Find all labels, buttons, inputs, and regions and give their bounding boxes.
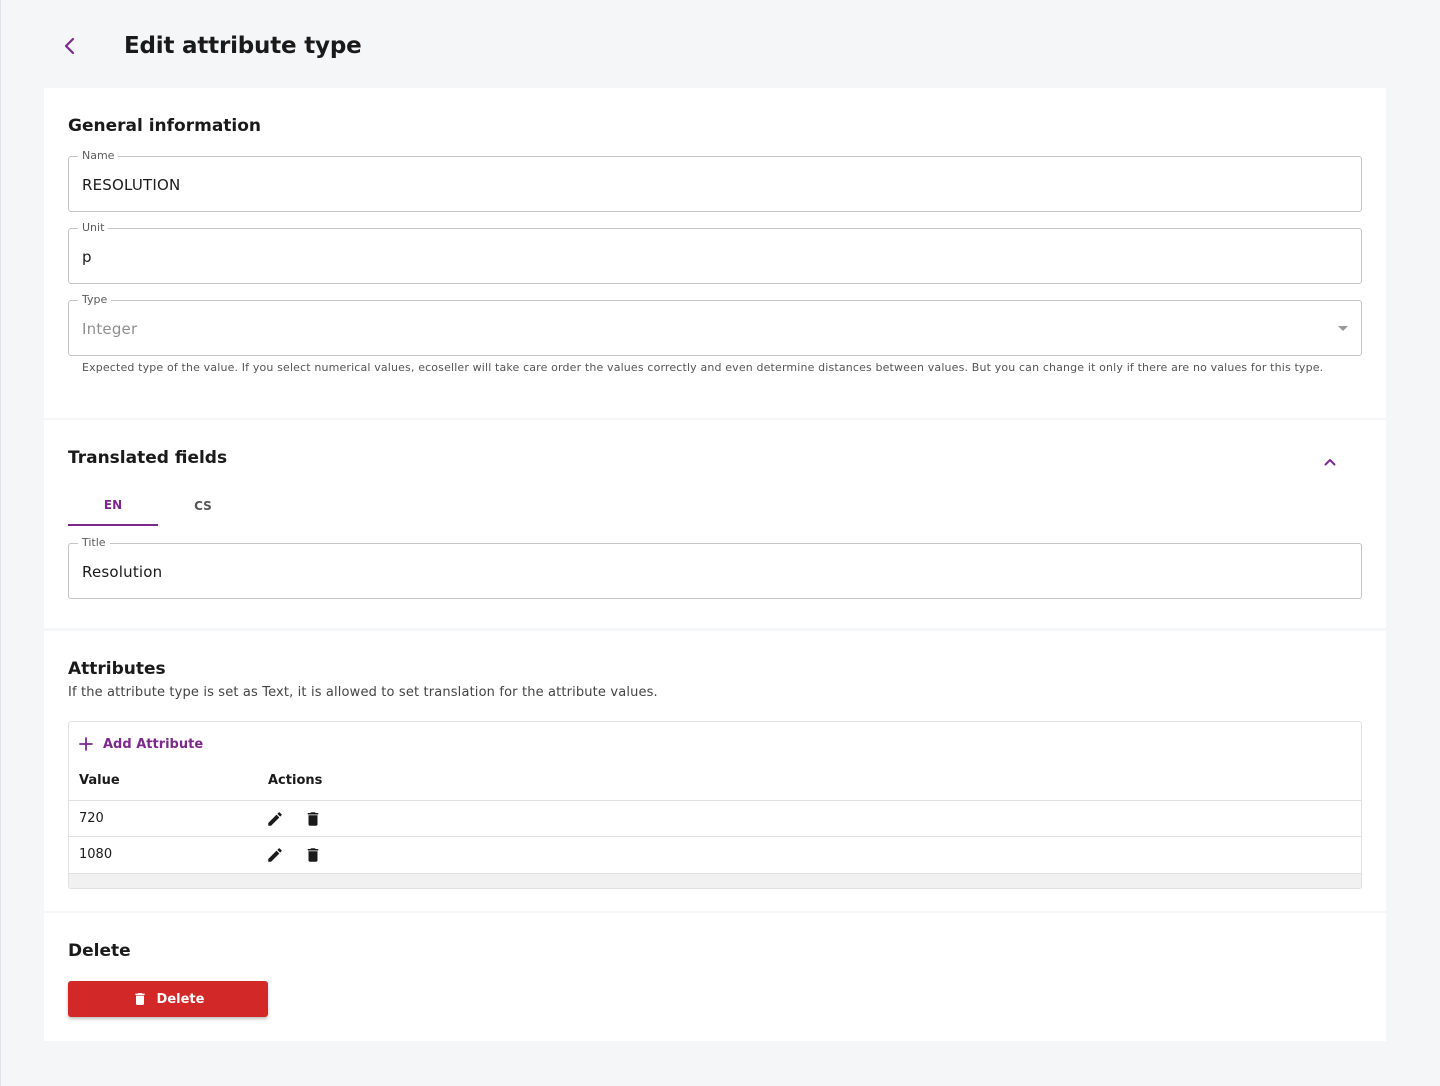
attributes-title: Attributes: [68, 659, 166, 679]
plus-icon: [79, 737, 93, 751]
name-field[interactable]: Name RESOLUTION: [68, 149, 1362, 212]
translated-fields-title: Translated fields: [68, 448, 228, 468]
add-attribute-button[interactable]: Add Attribute: [79, 734, 203, 754]
trash-icon[interactable]: [304, 846, 322, 864]
type-label: Type: [78, 293, 112, 307]
add-attribute-label: Add Attribute: [103, 736, 204, 752]
edit-icon[interactable]: [266, 810, 284, 828]
tab-cs[interactable]: CS: [158, 486, 248, 526]
tab-en[interactable]: EN: [68, 486, 158, 526]
column-header-actions: Actions: [268, 773, 323, 788]
unit-value: p: [82, 248, 92, 266]
name-value: RESOLUTION: [82, 176, 181, 194]
unit-label: Unit: [78, 221, 109, 235]
page-title: Edit attribute type: [124, 33, 362, 59]
chevron-left-icon: [64, 37, 75, 55]
back-button[interactable]: [44, 22, 96, 70]
chevron-up-icon: [1324, 459, 1336, 466]
trash-icon[interactable]: [304, 810, 322, 828]
attributes-table: Add Attribute Value Actions 720 1080: [68, 721, 1362, 889]
delete-card: Delete Delete: [44, 913, 1386, 1041]
title-label: Title: [78, 536, 110, 550]
trash-icon: [134, 993, 145, 1005]
type-helper-text: Expected type of the value. If you selec…: [82, 361, 1324, 374]
attributes-card: Attributes If the attribute type is set …: [44, 631, 1386, 911]
sidebar-border: [0, 0, 1, 1086]
row-value: 1080: [79, 847, 113, 862]
delete-button-label: Delete: [156, 991, 205, 1007]
translated-fields-card: Translated fields EN CS Title Resolution: [44, 420, 1386, 628]
column-header-value: Value: [79, 773, 120, 788]
language-tabs: EN CS: [68, 486, 248, 526]
table-footer: [69, 873, 1361, 888]
general-information-card: General information Name RESOLUTION Unit…: [44, 88, 1386, 418]
table-row: 720: [69, 800, 1361, 837]
title-value: Resolution: [82, 563, 163, 581]
unit-field[interactable]: Unit p: [68, 221, 1362, 284]
collapse-button[interactable]: [1318, 450, 1342, 474]
dropdown-arrow-icon: [1338, 326, 1348, 331]
delete-button[interactable]: Delete: [68, 981, 268, 1017]
general-information-title: General information: [68, 116, 262, 136]
row-value: 720: [79, 811, 104, 826]
table-row: 1080: [69, 836, 1361, 873]
attributes-description: If the attribute type is set as Text, it…: [68, 685, 658, 700]
title-field[interactable]: Title Resolution: [68, 536, 1362, 599]
delete-title: Delete: [68, 941, 131, 961]
name-label: Name: [78, 149, 119, 163]
type-select[interactable]: Type Integer: [68, 293, 1362, 356]
edit-icon[interactable]: [266, 846, 284, 864]
type-value: Integer: [82, 320, 138, 338]
page-header: Edit attribute type: [44, 22, 362, 70]
